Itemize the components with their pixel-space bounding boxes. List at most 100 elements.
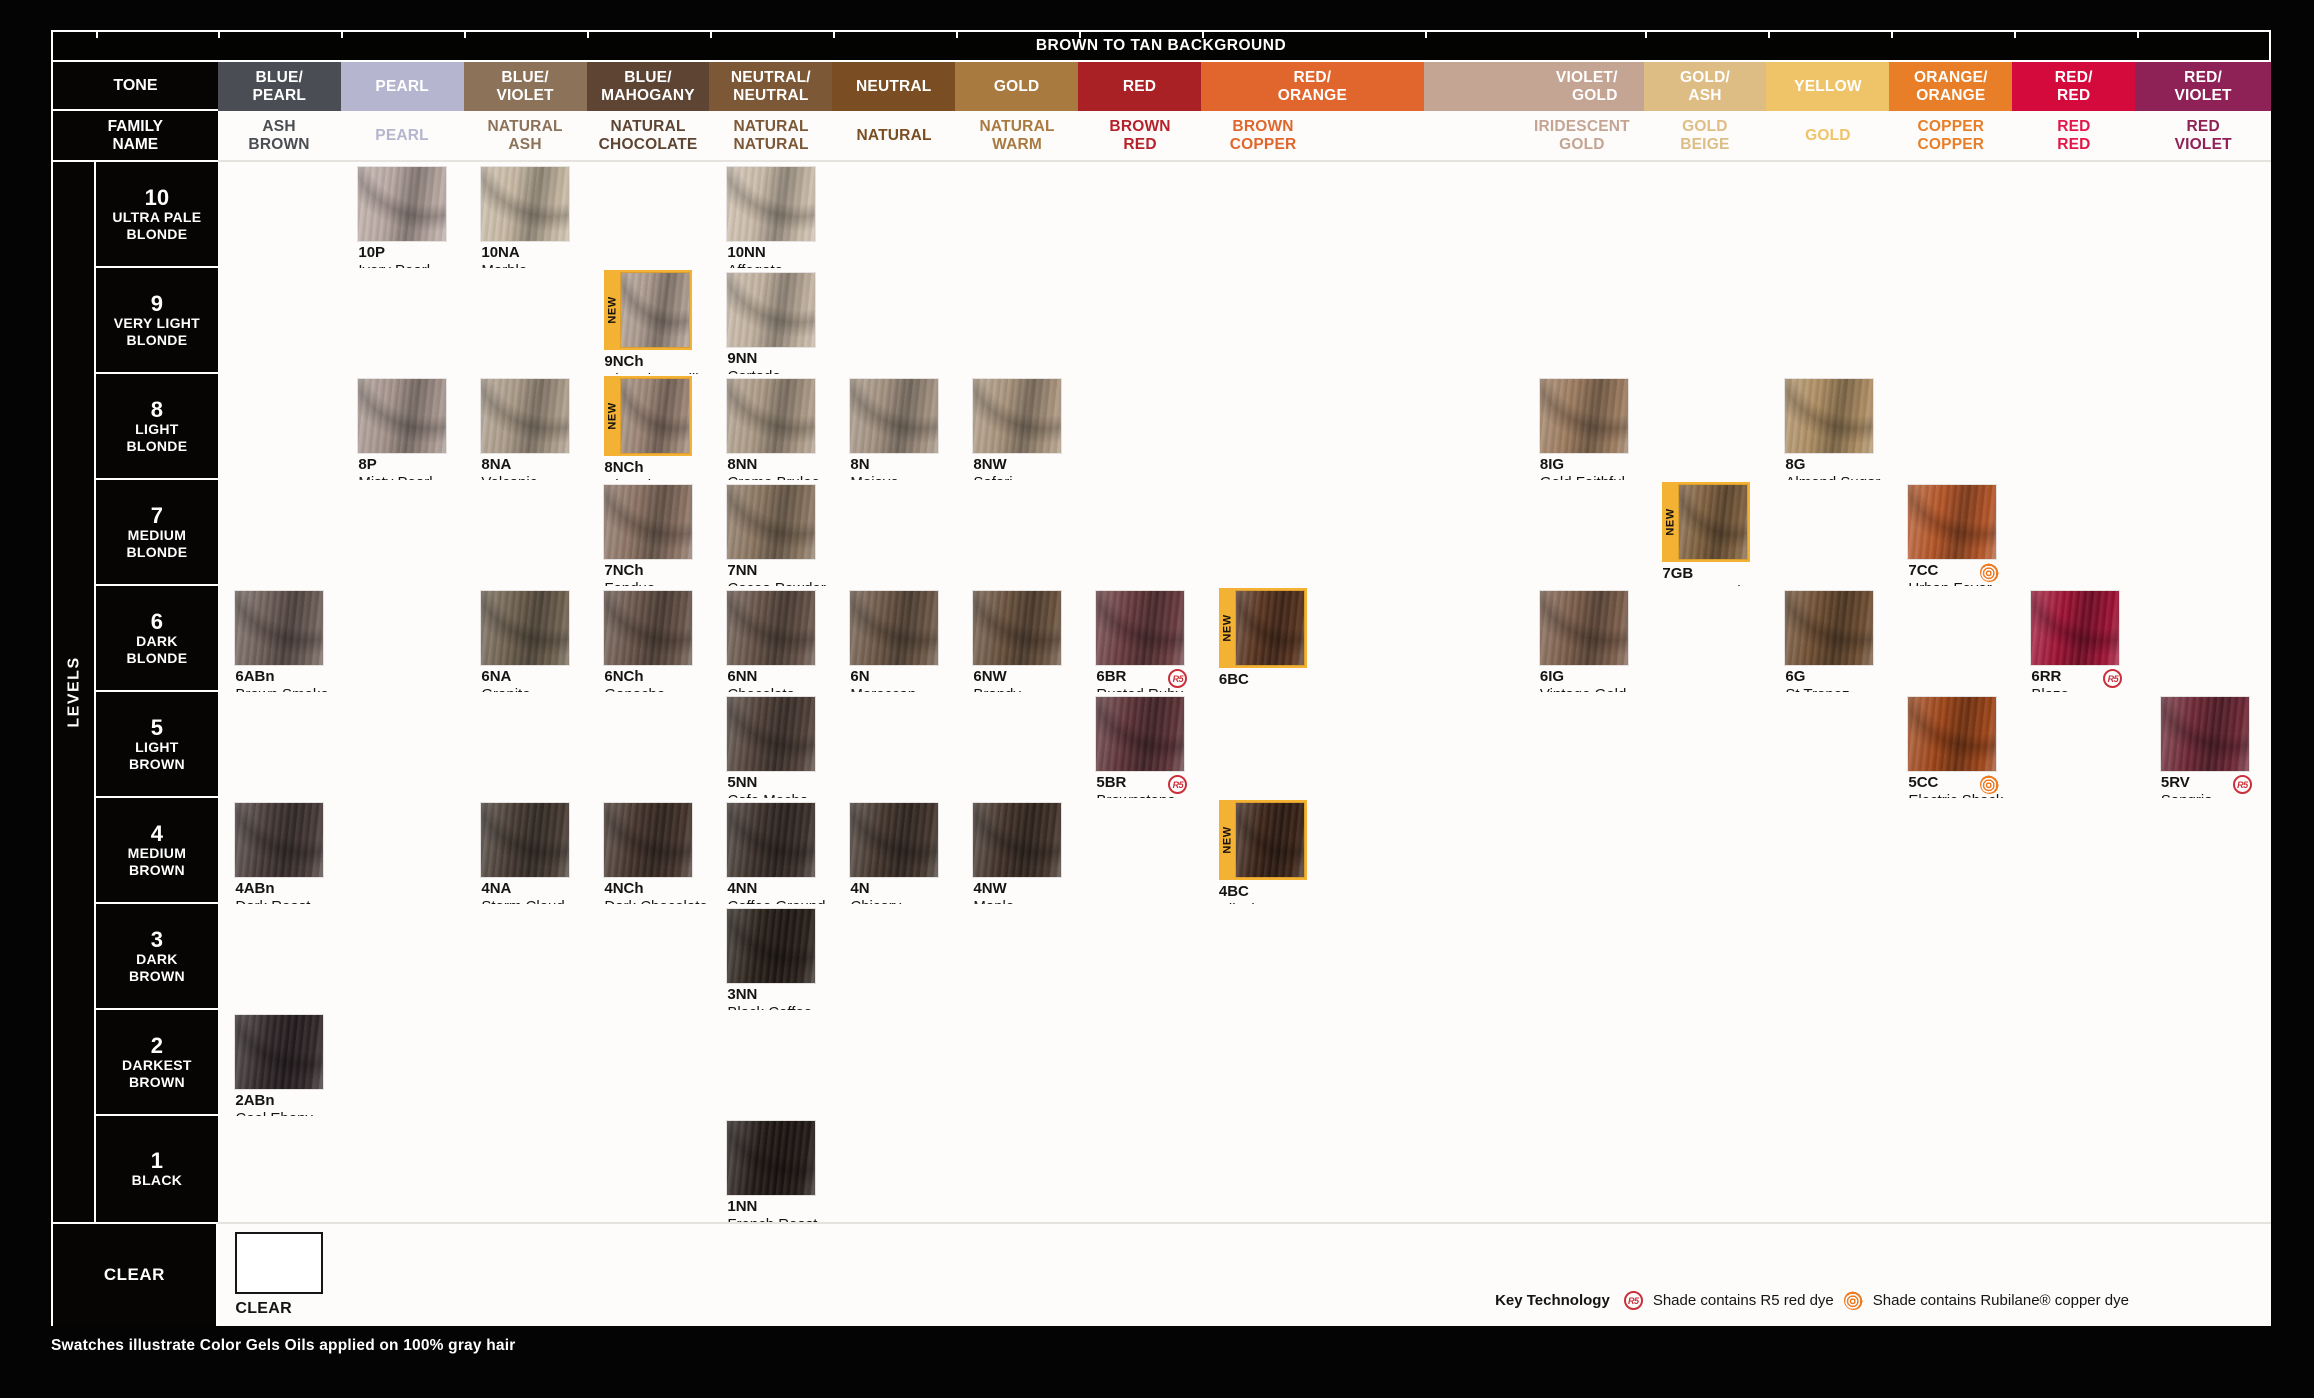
swatch-chip [1908,697,1996,771]
swatch-cell-7CC: 7CCUrban Fever [1891,480,2014,586]
new-badge: NEW [604,376,621,456]
swatch-2ABn: 2ABnCool Ebony [235,1010,323,1116]
swatch-chip [850,803,938,877]
swatch-9NCh: NEW9NChChocolate Milk [604,268,692,374]
family-name-label: ASH BROWN [218,118,341,153]
tone-header-red_violet: RED/ VIOLET [2135,62,2271,111]
swatch-cell-7NN: 7NNCocoa Powder [710,480,833,586]
level-name: DARK BROWN [109,951,205,984]
r5-dye-icon: R5 [1168,775,1187,794]
family-name-neutral: NATURAL [833,111,956,160]
swatch-code: 6N [850,669,938,686]
swatch-6NW: 6NWBrandy [973,586,1061,692]
family-name-violet_gold: IRIDESCENT GOLD [1424,111,1643,160]
swatch-code: 6ABn [235,669,323,686]
level-row-8: 8LIGHT BLONDE8PMisty Pearl8NAVolcanicNEW… [53,374,2271,480]
swatch-8NW: 8NWSafari [973,374,1061,480]
column-boundary-tick [2137,32,2139,38]
swatch-cell-9NCh: NEW9NChChocolate Milk [587,268,710,374]
tone-header-yellow: YELLOW [1766,62,1889,111]
new-badge: NEW [1219,588,1236,668]
family-name-label: NATURAL [833,127,956,144]
swatch-code: 7NN [727,563,815,580]
level-1-swatches: 1NNFrench Roast [218,1116,2271,1222]
shade-chart-table: BROWN TO TAN BACKGROUND TONE BLUE/ PEARL… [51,30,2271,1326]
swatch-4N: 4NChicory [850,798,938,904]
family-name-blue_mahogany: NATURAL CHOCOLATE [587,111,710,160]
swatch-3NN: 3NNBlack Coffee [727,904,815,1010]
swatch-chip [481,591,569,665]
swatch-code: 4NN [727,881,815,898]
tone-header-red: RED [1078,62,1201,111]
family-name-label: PEARL [341,127,464,144]
new-badge-frame: NEW [604,376,692,456]
swatch-code: 8IG [1540,457,1628,474]
swatch-CLEAR: CLEAR [235,1224,323,1328]
swatch-code: 5NN [727,775,815,792]
swatch-cell-5CC: 5CCElectric Shock [1891,692,2014,798]
family-name-label: NATURAL CHOCOLATE [587,118,710,153]
tone-header-red_red: RED/ RED [2012,62,2135,111]
swatch-9NN: 9NNCortado [727,268,815,374]
family-name-label: NATURAL NATURAL [710,118,833,153]
levels-strip [53,480,96,586]
swatch-code: 6BC [1219,672,1307,689]
swatch-code: 6IG [1540,669,1628,686]
swatch-grid: LEVELS 10ULTRA PALE BLONDE10PIvory Pearl… [53,162,2271,1326]
level-label-8: 8LIGHT BLONDE [96,374,218,480]
swatch-cell-6ABn: 6ABnBrown Smoke [218,586,341,692]
swatch-6BC: NEW6BCSumac [1219,586,1307,692]
swatch-code: 6NCh [604,669,692,686]
tone-header-orange_orange: ORANGE/ ORANGE [1889,62,2012,111]
family-name-label: BROWN COPPER [1202,118,1325,153]
swatch-code: 7NCh [604,563,692,580]
family-name-neutral_neutral: NATURAL NATURAL [710,111,833,160]
column-boundary-tick [341,32,343,38]
swatch-7CC: 7CCUrban Fever [1908,480,1996,586]
new-badge-frame: NEW [1219,800,1307,880]
level-label-2: 2DARKEST BROWN [96,1010,218,1116]
swatch-10P: 10PIvory Pearl [358,162,446,268]
column-boundary-tick [1768,32,1770,38]
level-3-swatches: 3NNBlack Coffee [218,904,2271,1010]
swatch-chip [850,591,938,665]
swatch-chip [973,803,1061,877]
column-boundary-tick [96,32,98,38]
swatch-6BR: 6BRR5Rusted Ruby [1096,586,1184,692]
swatch-code: 4NA [481,881,569,898]
family-name-red_orange: BROWN COPPER [1202,111,1424,160]
swatch-code: 6G [1785,669,1873,686]
swatch-code: 4ABn [235,881,323,898]
swatch-4NCh: 4NChDark Chocolate [604,798,692,904]
levels-strip [53,1010,96,1116]
new-badge-frame: NEW [1219,588,1307,668]
level-rows: 10ULTRA PALE BLONDE10PIvory Pearl10NAMar… [53,162,2271,1222]
swatch-cell-6NCh: 6NChGanache [587,586,710,692]
swatch-8IG: 8IGGold Faithful [1540,374,1628,480]
column-boundary-tick [1425,32,1427,38]
level-name: MEDIUM BLONDE [109,527,205,560]
new-badge: NEW [1662,482,1679,562]
swatch-cell-4N: 4NChicory [833,798,956,904]
r5-dye-icon: R5 [2233,775,2252,794]
family-name-row: FAMILY NAME ASH BROWNPEARLNATURAL ASHNAT… [53,111,2271,162]
swatch-cell-6BR: 6BRR5Rusted Ruby [1079,586,1202,692]
level-number: 3 [151,928,163,951]
level-row-9: 9VERY LIGHT BLONDENEW9NChChocolate Milk9… [53,268,2271,374]
swatch-chip [235,591,323,665]
family-name-label: IRIDESCENT GOLD [1520,118,1643,153]
swatch-cell-4ABn: 4ABnDark Roast [218,798,341,904]
level-name: ULTRA PALE BLONDE [109,209,205,242]
rubilane-copper-dye-icon [1980,563,1999,582]
swatch-8NCh: NEW8NChChocolate Soufflé [604,374,692,480]
swatch-cell-1NN: 1NNFrench Roast [710,1116,833,1222]
tone-header-row: TONE BLUE/ PEARLPEARLBLUE/ VIOLETBLUE/ M… [53,62,2271,111]
swatch-code: 6NW [973,669,1061,686]
level-label-10: 10ULTRA PALE BLONDE [96,162,218,268]
family-row-header: FAMILY NAME [53,111,218,162]
swatch-8G: 8GAlmond Sugar [1785,374,1873,480]
level-number: 7 [151,504,163,527]
level-6-swatches: 6ABnBrown Smoke6NAGranite6NChGanache6NNC… [218,586,2271,692]
swatch-code: 1NN [727,1199,815,1216]
swatch-chip [727,909,815,983]
